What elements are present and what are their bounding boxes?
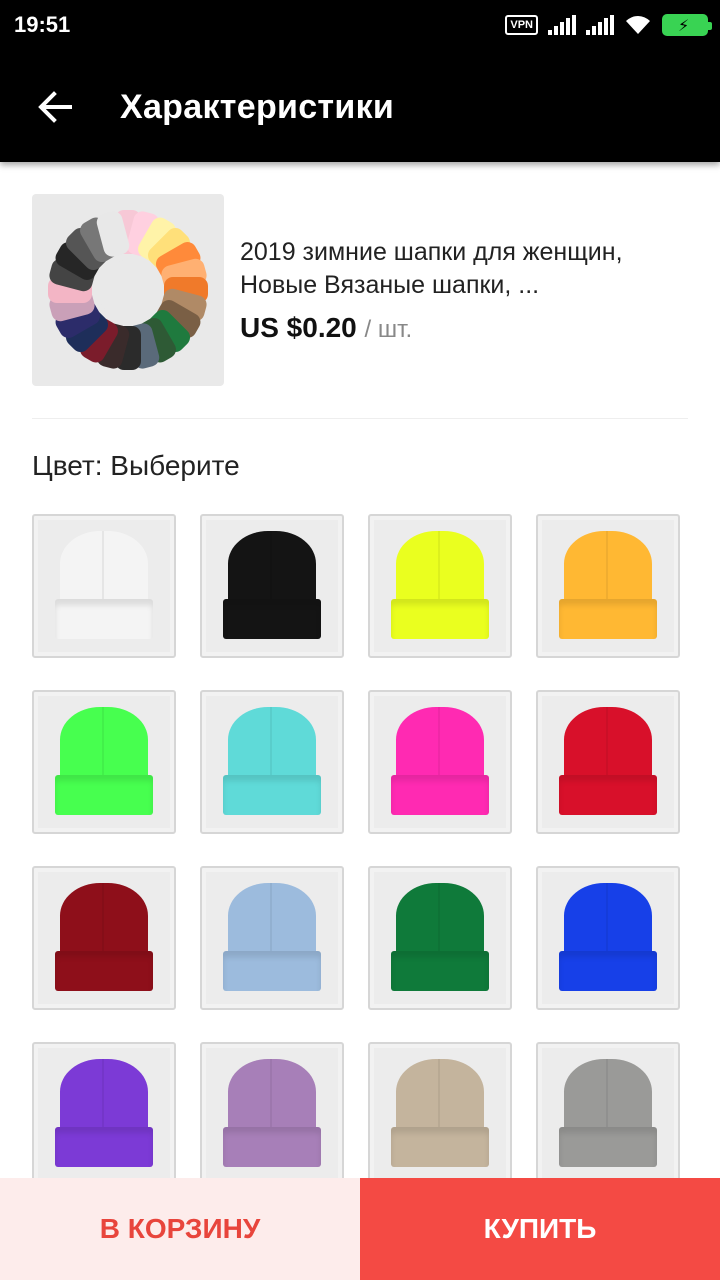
back-button[interactable] [30, 82, 80, 132]
app-bar: Характеристики [0, 52, 720, 162]
hat-cuff [559, 599, 657, 639]
color-grid [32, 514, 688, 1178]
hat-image [374, 696, 506, 828]
color-option-black[interactable] [200, 514, 344, 658]
color-label: Цвет: Выберите [32, 450, 240, 481]
hat-image [206, 696, 338, 828]
color-option-neon-yellow[interactable] [368, 514, 512, 658]
color-option-turquoise[interactable] [200, 690, 344, 834]
product-title: 2019 зимние шапки для женщин, Новые Вяза… [240, 238, 623, 299]
hat-image [542, 696, 674, 828]
hat-cuff [55, 1127, 153, 1167]
hat-image [206, 872, 338, 1004]
divider [32, 418, 688, 419]
hat-cuff [391, 775, 489, 815]
price-row: US $0.20 / шт. [240, 312, 412, 344]
hat-image [38, 520, 170, 652]
hat-image [374, 872, 506, 1004]
hat-image [542, 520, 674, 652]
hat-image [206, 520, 338, 652]
product-price: US $0.20 [240, 312, 357, 343]
vpn-icon: VPN [505, 15, 538, 35]
hat-cuff [559, 951, 657, 991]
hat-cuff [223, 951, 321, 991]
color-option-purple[interactable] [32, 1042, 176, 1178]
color-option-white[interactable] [32, 514, 176, 658]
hat-cuff [55, 599, 153, 639]
hat-cuff [223, 599, 321, 639]
arrow-left-icon [38, 91, 72, 123]
page-title: Характеристики [120, 88, 395, 126]
hat-image [206, 1048, 338, 1178]
hat-cuff [559, 1127, 657, 1167]
hat-image [38, 696, 170, 828]
color-option-beige[interactable] [368, 1042, 512, 1178]
color-option-orange-yellow[interactable] [536, 514, 680, 658]
color-option-green[interactable] [368, 866, 512, 1010]
hat-image [542, 872, 674, 1004]
buy-button[interactable]: КУПИТЬ [360, 1178, 720, 1280]
hat-wreath-image [48, 210, 208, 370]
status-icons: VPN ⚡ [505, 12, 712, 38]
price-unit: / шт. [364, 316, 413, 343]
hat-cuff [223, 775, 321, 815]
status-time: 19:51 [14, 12, 71, 37]
color-option-burgundy[interactable] [32, 866, 176, 1010]
hat-image [374, 1048, 506, 1178]
signal-icon [548, 15, 576, 35]
status-bar: 19:51 VPN ⚡ [0, 0, 720, 52]
product-summary: 2019 зимние шапки для женщин, Новые Вяза… [32, 194, 688, 388]
color-option-pink[interactable] [368, 690, 512, 834]
product-thumbnail [32, 194, 224, 386]
color-option-light-blue[interactable] [200, 866, 344, 1010]
hat-image [374, 520, 506, 652]
hat-cuff [55, 951, 153, 991]
hat-image [38, 872, 170, 1004]
hat-image [38, 1048, 170, 1178]
hat-cuff [391, 1127, 489, 1167]
hat-cuff [391, 951, 489, 991]
bottom-action-bar: В КОРЗИНУ КУПИТЬ [0, 1178, 720, 1280]
hat-cuff [559, 775, 657, 815]
signal-icon [586, 15, 614, 35]
hat-image [542, 1048, 674, 1178]
color-option-blue[interactable] [536, 866, 680, 1010]
color-option-neon-green[interactable] [32, 690, 176, 834]
wifi-icon [626, 16, 650, 34]
hat-cuff [391, 599, 489, 639]
battery-charging-icon: ⚡ [662, 14, 712, 36]
color-option-gray[interactable] [536, 1042, 680, 1178]
color-option-red[interactable] [536, 690, 680, 834]
hat-cuff [55, 775, 153, 815]
wreath-center [98, 260, 158, 320]
add-to-cart-button[interactable]: В КОРЗИНУ [0, 1178, 360, 1280]
color-option-lilac[interactable] [200, 1042, 344, 1178]
hat-cuff [223, 1127, 321, 1167]
